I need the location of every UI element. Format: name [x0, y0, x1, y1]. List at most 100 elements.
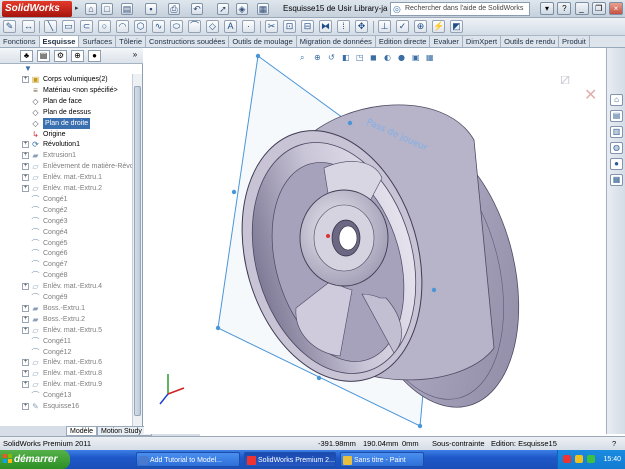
move-entities-icon[interactable]: ✥ [355, 20, 368, 33]
feature-tree-item[interactable]: ⌒ Congé7 [0, 259, 133, 270]
feature-tree-item[interactable]: + ✎ Esquisse16 [0, 401, 133, 412]
line-icon[interactable]: ╲ [44, 20, 57, 33]
expand-icon[interactable]: + [22, 283, 29, 291]
expand-icon[interactable]: + [22, 326, 29, 334]
tray-volume-icon[interactable] [575, 455, 583, 463]
file-explorer-icon[interactable]: ▥ [610, 126, 623, 138]
taskbar-item-solidworks[interactable]: SolidWorks Premium 2... [244, 452, 336, 467]
configuration-manager-tab-icon[interactable]: ⚙ [54, 50, 67, 62]
help-icon[interactable]: ? [612, 437, 616, 450]
feature-tree-item[interactable]: +▱ Enlèvement de matière-Révolu... [0, 161, 133, 172]
tab-modele[interactable]: Modèle [66, 426, 97, 436]
select-icon[interactable]: ➚ [217, 3, 229, 15]
feature-tree-tab-icon[interactable]: ♣ [20, 50, 33, 62]
open-icon[interactable]: ▤ [121, 3, 133, 15]
expand-icon[interactable]: + [22, 403, 29, 410]
feature-tree-item[interactable]: ⌒ Congé13 [0, 390, 133, 401]
new-file-icon[interactable]: □ [101, 3, 113, 15]
smart-dimension-icon[interactable]: ↔ [22, 20, 35, 33]
save-icon[interactable]: ▪ [145, 3, 157, 15]
appearance-tab-icon[interactable]: ● [88, 50, 101, 62]
tab-esquisse[interactable]: Esquisse [39, 36, 80, 47]
expand-icon[interactable]: + [22, 359, 29, 367]
feature-tree-item[interactable]: + ▱ Enlèv. mat.-Extru.2 [0, 183, 133, 194]
custom-properties-icon[interactable]: ▦ [610, 174, 623, 186]
feature-tree-item[interactable]: ⌒ Congé12 [0, 347, 133, 358]
feature-tree-item[interactable]: ⌒ Congé8 [0, 270, 133, 281]
feature-tree-item[interactable]: + ▰ Extrusion1 [0, 150, 133, 161]
rapid-sketch-icon[interactable]: ⚡ [432, 20, 445, 33]
expand-icon[interactable]: + [22, 370, 29, 378]
feature-tree-item[interactable]: + ▣ Corps volumiques(2) [0, 74, 133, 85]
expand-icon[interactable]: + [22, 315, 29, 323]
minimize-icon[interactable]: _ [574, 2, 589, 15]
point-icon[interactable]: · [242, 20, 255, 33]
appearances-icon[interactable]: ● [610, 158, 623, 170]
plane-sketch-icon[interactable]: ◇ [206, 20, 219, 33]
taskbar-item-paint[interactable]: Sans titre - Paint [340, 452, 424, 467]
rectangle-icon[interactable]: ▭ [62, 20, 75, 33]
taskbar-item-tutorial[interactable]: Add Tutorial to Model... [136, 452, 240, 467]
help-search-input[interactable]: ◎ Rechercher dans l'aide de SolidWorks [390, 2, 530, 16]
display-relations-icon[interactable]: ⊥ [378, 20, 391, 33]
feature-tree-item[interactable]: ◇ Plan de droite [0, 117, 133, 129]
tab-fonctions[interactable]: Fonctions [0, 36, 40, 47]
expand-icon[interactable]: + [22, 304, 29, 312]
feature-tree-item[interactable]: ⌒ Congé1 [0, 194, 133, 205]
feature-tree-item[interactable]: ⌒ Congé6 [0, 248, 133, 259]
polygon-icon[interactable]: ⬡ [134, 20, 147, 33]
feature-tree-item[interactable]: + ▰ Boss.-Extru.2 [0, 314, 133, 325]
tray-network-icon[interactable] [587, 455, 595, 463]
help-icon[interactable]: ? [557, 2, 572, 15]
tray-app-icon[interactable] [563, 455, 571, 463]
tab-tolerie[interactable]: Tôlerie [116, 36, 147, 47]
expand-icon[interactable]: + [22, 174, 29, 182]
heads-up-view-toolbar[interactable]: ⌕ ⊕ ↺ ◧ ◳ ◼ ◐ ● ▣ ▦ [300, 53, 434, 62]
feature-tree-item[interactable]: ⌒ Congé4 [0, 227, 133, 238]
feature-tree-item[interactable]: + ▱ Enlèv. mat.-Extru.4 [0, 281, 133, 292]
quick-snaps-icon[interactable]: ⊕ [414, 20, 427, 33]
expand-icon[interactable]: + [22, 381, 29, 389]
tab-dimxpert[interactable]: DimXpert [463, 36, 502, 47]
model-viewport[interactable]: ⌕ ⊕ ↺ ◧ ◳ ◼ ◐ ● ▣ ▦ ⧄ ✕ Pass de joueur [144, 48, 606, 434]
rebuild-icon[interactable]: ◈ [236, 3, 248, 15]
panel-expand-icon[interactable]: » [130, 50, 140, 62]
feature-tree-item[interactable]: ◇ Plan de face [0, 96, 133, 107]
feature-tree-item[interactable]: + ▱ Enlèv. mat.-Extru.8 [0, 368, 133, 379]
tab-evaluer[interactable]: Evaluer [430, 36, 463, 47]
tab-produit[interactable]: Produit [559, 36, 590, 47]
feature-tree-item[interactable]: + ▰ Boss.-Extru.1 [0, 303, 133, 314]
feature-tree-item[interactable]: ⌒ Congé11 [0, 336, 133, 347]
search-dropdown-icon[interactable]: ▾ [540, 2, 555, 15]
dimxpert-tab-icon[interactable]: ⊕ [71, 50, 84, 62]
feature-tree-item[interactable]: ↳ Origine [0, 129, 133, 140]
ellipse-icon[interactable]: ⬭ [170, 20, 183, 33]
sketch-icon[interactable]: ✎ [3, 20, 16, 33]
feature-tree-item[interactable]: ⌒ Congé5 [0, 238, 133, 249]
mirror-icon[interactable]: ⧓ [319, 20, 332, 33]
expand-icon[interactable]: + [22, 152, 29, 160]
view-palette-icon[interactable]: ◍ [610, 142, 623, 154]
linear-pattern-icon[interactable]: ⁞ [337, 20, 350, 33]
property-manager-tab-icon[interactable]: ▤ [37, 50, 50, 62]
feature-filter[interactable]: ▼ [0, 64, 143, 74]
feature-tree-item[interactable]: ⌒ Congé3 [0, 216, 133, 227]
feature-tree-item[interactable]: ◇ Plan de dessus [0, 107, 133, 118]
restore-icon[interactable]: ❐ [591, 2, 606, 15]
circle-icon[interactable]: ○ [98, 20, 111, 33]
design-library-icon[interactable]: ▤ [610, 110, 623, 122]
instant3d-icon[interactable]: ◩ [450, 20, 463, 33]
solidworks-resources-icon[interactable]: ⌂ [610, 94, 623, 106]
home-icon[interactable]: ⌂ [85, 3, 97, 15]
tab-surfaces[interactable]: Surfaces [79, 36, 117, 47]
expand-icon[interactable]: + [22, 163, 29, 171]
slot-icon[interactable]: ⊂ [80, 20, 93, 33]
tab-outils-rendu[interactable]: Outils de rendu [501, 36, 560, 47]
offset-icon[interactable]: ⊟ [301, 20, 314, 33]
feature-tree-item[interactable]: + ▱ Enlèv. mat.-Extru.5 [0, 325, 133, 336]
feature-tree-item[interactable]: + ▱ Enlèv. mat.-Extru.6 [0, 357, 133, 368]
feature-tree-scrollbar[interactable] [132, 74, 142, 434]
tab-constructions-soudees[interactable]: Constructions soudées [146, 36, 230, 47]
close-icon[interactable]: × [609, 2, 623, 15]
feature-tree-item[interactable]: + ▱ Enlèv. mat.-Extru.9 [0, 379, 133, 390]
